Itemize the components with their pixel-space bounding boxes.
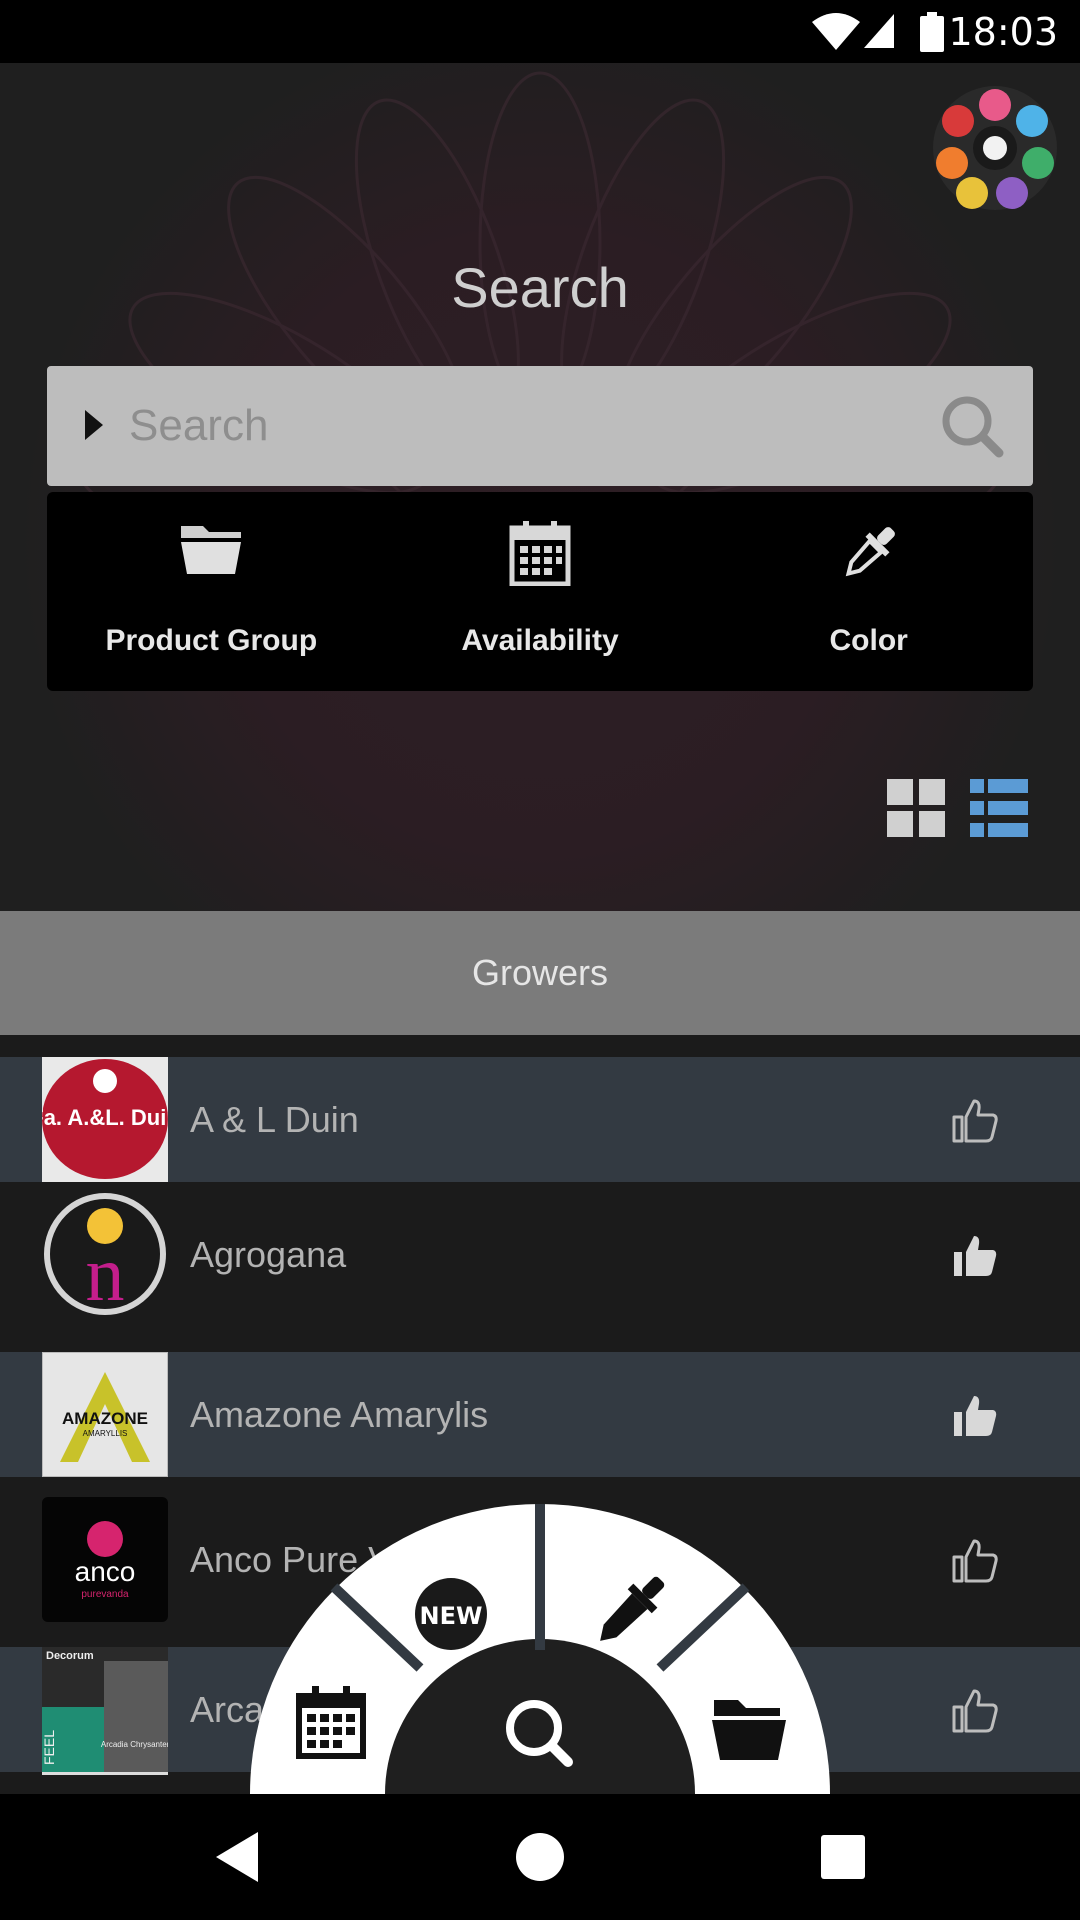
- radial-folder-button[interactable]: [712, 1700, 786, 1760]
- grower-name: Agrogana: [190, 1234, 347, 1275]
- radial-new-button[interactable]: NEW: [415, 1578, 487, 1650]
- app-root: 18:03 Search Search Product Group Availa…: [0, 0, 1080, 1920]
- color-picker-icon: [845, 527, 895, 577]
- thumbs-up-outline-icon[interactable]: [952, 1687, 998, 1733]
- status-bar: 18:03: [0, 0, 1080, 63]
- thumbs-up-outline-icon[interactable]: [952, 1097, 998, 1143]
- thumbs-up-filled-icon[interactable]: [952, 1232, 998, 1278]
- filter-panel: Product Group Availability Color: [47, 492, 1033, 691]
- grower-logo-text: Fa. A.&L. Duin: [42, 1105, 168, 1130]
- grower-logo: anco purevanda: [42, 1497, 168, 1622]
- partial-thumb: [42, 1772, 168, 1775]
- section-header: Growers: [0, 911, 1080, 1035]
- grower-logo-subtext: purevanda: [81, 1589, 129, 1600]
- grower-logo: Decorum FEEL Arcadia Chrysanten: [42, 1647, 168, 1772]
- page-title: Search: [451, 256, 629, 319]
- filter-availability[interactable]: Availability: [376, 492, 705, 691]
- grower-logo: n: [44, 1193, 166, 1317]
- home-icon[interactable]: [507, 1824, 573, 1890]
- app-logo: [933, 86, 1057, 210]
- grower-logo-text: AMAZONE: [62, 1409, 148, 1428]
- grower-logo-text: n: [86, 1230, 125, 1317]
- list-item[interactable]: n Agrogana: [0, 1182, 1080, 1327]
- calendar-icon: [509, 521, 571, 586]
- wifi-icon: [812, 13, 860, 50]
- list-item[interactable]: Fa. A.&L. Duin A & L Duin: [0, 1057, 1080, 1182]
- grower-name: Amazone Amarylis: [190, 1394, 489, 1435]
- recents-icon[interactable]: [810, 1824, 876, 1890]
- expand-arrow-icon[interactable]: [85, 410, 103, 440]
- filter-label: Availability: [461, 624, 619, 657]
- folder-icon: [181, 526, 242, 574]
- thumbs-up-outline-icon[interactable]: [952, 1537, 998, 1583]
- grower-logo-caption: Arcadia Chrysanten: [101, 1740, 168, 1749]
- clock: 18:03: [948, 10, 1058, 54]
- grid-view-icon[interactable]: [887, 779, 945, 837]
- grower-logo-text: anco: [75, 1556, 136, 1587]
- folder-icon: [712, 1700, 786, 1760]
- battery-icon: [920, 12, 944, 52]
- thumbs-up-filled-icon[interactable]: [952, 1392, 998, 1438]
- filter-product-group[interactable]: Product Group: [47, 492, 376, 691]
- grower-logo-text: Decorum: [46, 1650, 94, 1662]
- navigation-bar: [0, 1794, 1080, 1920]
- list-item[interactable]: AMAZONE AMARYLLIS Amazone Amarylis: [0, 1352, 1080, 1477]
- search-input[interactable]: [129, 391, 909, 461]
- search-hero: Search Product Group: [0, 63, 1080, 911]
- list-view-icon[interactable]: [970, 779, 1028, 837]
- grower-logo: AMAZONE AMARYLLIS: [42, 1352, 168, 1477]
- grower-name: A & L Duin: [190, 1099, 359, 1140]
- new-label: NEW: [420, 1602, 483, 1630]
- grower-logo: Fa. A.&L. Duin: [42, 1057, 168, 1182]
- signal-icon: [864, 14, 894, 48]
- search-bar[interactable]: [47, 366, 1033, 486]
- filter-label: Color: [829, 624, 908, 657]
- filter-color[interactable]: Color: [704, 492, 1033, 691]
- grower-logo-subtext: AMARYLLIS: [83, 1429, 128, 1438]
- filter-label: Product Group: [105, 624, 318, 657]
- grower-logo-subtext: FEEL: [42, 1730, 57, 1765]
- back-icon[interactable]: [204, 1824, 270, 1890]
- search-icon[interactable]: [939, 393, 1005, 459]
